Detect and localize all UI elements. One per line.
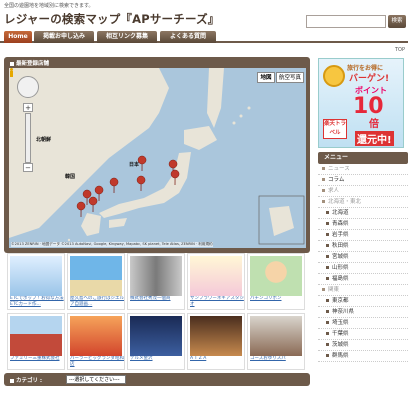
store-thumb[interactable]: ファミリー三重株式会社 [7,313,65,370]
top-link[interactable]: TOP [395,47,405,53]
bullet-icon [322,200,325,203]
nav-home[interactable]: Home [4,31,32,43]
bullet-icon [326,354,329,357]
menu-item[interactable]: 関東 [318,285,408,296]
pan-control[interactable] [17,76,39,98]
rakuten-travel-banner[interactable]: 旅行をお得に バーゲン! ポイント 10 倍 楽天トラベル 還元中! [318,58,404,148]
nav-apply[interactable]: 掲載お申し込み [34,31,94,43]
menu-item[interactable]: 東京都 [318,296,408,307]
google-map[interactable]: + − 地図 航空写真 北朝鮮 韓国 日本 ©2013 ZENRIN · 地図デ… [9,68,306,248]
bullet-icon [326,299,329,302]
bullet-icon [322,288,325,291]
search-input[interactable] [306,15,386,28]
zoom-in-button[interactable]: + [23,103,33,112]
menu-item[interactable]: 北海道 [318,208,408,219]
menu-item[interactable]: コラム [318,175,408,186]
store-thumb[interactable]: 屋久島へのご旅行はジエルア自遊画... [67,253,125,310]
map-label-japan: 日本 [129,162,140,168]
store-thumb[interactable]: パチンコリポン [247,253,305,310]
search-button[interactable]: 検索 [388,15,406,28]
menu-item[interactable]: 青森県 [318,219,408,230]
menu-item[interactable]: 群馬県 [318,351,408,362]
site-tagline: 全国の遊園地を地域別に検索できます。 [4,3,94,9]
bullet-icon [322,178,325,181]
menu-item[interactable]: 山形県 [318,263,408,274]
site-title[interactable]: レジャーの検索マップ『APサーチーズ』 [4,11,219,27]
side-menu: ニュース コラム 求人 北海道・東北 北海道 青森県 岩手県 秋田県 宮城県 山形県 福島県 関東 東京… [318,164,408,362]
map-type-satellite-button[interactable]: 航空写真 [276,72,304,83]
bullet-icon [326,266,329,269]
store-thumb[interactable]: A T Z A [187,313,245,370]
bullet-icon [326,211,329,214]
bullet-icon [326,310,329,313]
store-thumb[interactable]: 株式会社秀茂一個商 [127,253,185,310]
bullet-icon [326,222,329,225]
category-label: カテゴリ : [10,376,42,384]
store-thumbnails: ETCでポップ ! お得な方法ETCカード作... 屋久島へのご旅行はジエルア自… [7,253,309,373]
bullet-icon [326,244,329,247]
menu-item[interactable]: 福島県 [318,274,408,285]
menu-item[interactable]: 岩手県 [318,230,408,241]
nav-link-exchange[interactable]: 相互リンク募集 [97,31,157,43]
map-type-map-button[interactable]: 地図 [257,72,275,83]
map-label-korea: 韓国 [65,174,76,180]
store-thumb[interactable]: サンフラワーネギアスタジオ [187,253,245,310]
bullet-icon [326,277,329,280]
store-thumb[interactable]: パーラービッグランダ昭和店 [67,313,125,370]
category-select[interactable]: ---選択してください--- [66,375,126,384]
bullet-icon [326,233,329,236]
bullet-icon [322,189,325,192]
menu-item[interactable]: 神奈川県 [318,307,408,318]
menu-item[interactable]: 秋田県 [318,241,408,252]
page: 全国の遊園地を地域別に検索できます。 レジャーの検索マップ『APサーチーズ』 検… [0,0,408,400]
zoom-slider[interactable] [25,113,31,163]
menu-title: メニュー [318,152,408,164]
bullet-icon [326,332,329,335]
coin-icon [323,65,345,87]
bullet-icon [322,167,325,170]
menu-item[interactable]: 千葉県 [318,329,408,340]
store-thumb[interactable]: テルメ金沢 [127,313,185,370]
rakuten-logo: 楽天トラベル [323,119,347,139]
store-thumb[interactable]: コーズおゆりスパ [247,313,305,370]
menu-item[interactable]: 求人 [318,186,408,197]
bullet-icon [326,321,329,324]
menu-item[interactable]: 宮城県 [318,252,408,263]
map-label-north-korea: 北朝鮮 [36,137,52,143]
map-land [9,68,305,246]
menu-item[interactable]: ニュース [318,164,408,175]
zoom-out-button[interactable]: − [23,163,33,172]
pegman-icon[interactable] [9,68,14,78]
map-copyright[interactable]: ©2013 ZENRIN · 地図データ ©2013 AutoNavi, Goo… [11,242,213,247]
menu-item[interactable]: 埼玉県 [318,318,408,329]
bullet-icon [326,255,329,258]
map-panel-title: 最新登録店舗 [10,59,49,67]
store-thumb[interactable]: ETCでポップ ! お得な方法ETCカード作... [7,253,65,310]
main-nav: Home 掲載お申し込み 相互リンク募集 よくある質問 [0,31,408,43]
menu-item[interactable]: 北海道・東北 [318,197,408,208]
bullet-icon [326,343,329,346]
nav-faq[interactable]: よくある質問 [160,31,216,43]
menu-item[interactable]: 茨城県 [318,340,408,351]
category-bar: カテゴリ : ---選択してください--- [4,373,310,386]
map-panel: 最新登録店舗 + − 地図 航空写真 北朝鮮 韓国 日本 ©2013 ZENRI… [4,57,310,253]
